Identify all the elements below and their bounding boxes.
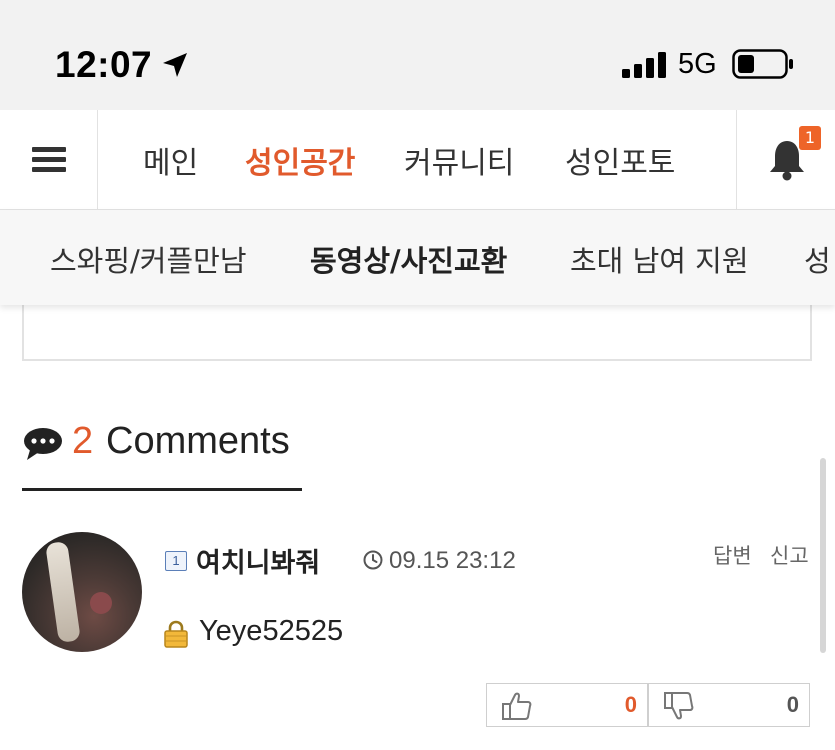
speech-bubble-icon bbox=[24, 428, 62, 460]
reply-button[interactable]: 답변 bbox=[713, 540, 752, 570]
member-level-icon: 1 bbox=[165, 551, 187, 571]
subnav-item-swapping[interactable]: 스와핑/커플만남 bbox=[50, 238, 247, 280]
notifications-button[interactable]: 1 bbox=[736, 110, 835, 210]
post-content-box bbox=[22, 300, 812, 361]
network-type: 5G bbox=[678, 48, 717, 80]
status-bar: 12:07 5G bbox=[0, 0, 835, 110]
nav-item-adult-space[interactable]: 성인공간 bbox=[245, 138, 355, 182]
comments-count: 2 bbox=[72, 420, 94, 462]
avatar[interactable] bbox=[22, 532, 142, 652]
subnav-item-video-photo[interactable]: 동영상/사진교환 bbox=[310, 238, 507, 280]
subnav-item-invite[interactable]: 초대 남여 지원 bbox=[570, 238, 749, 280]
upvote-count: 0 bbox=[624, 692, 637, 717]
downvote-count: 0 bbox=[786, 692, 799, 717]
thumbs-down-icon bbox=[664, 692, 694, 720]
subnav-item-partial[interactable]: 성 bbox=[804, 238, 831, 280]
scrollbar[interactable] bbox=[820, 458, 826, 653]
report-button[interactable]: 신고 bbox=[770, 540, 809, 570]
comments-title: Comments bbox=[106, 420, 290, 462]
nav-item-community[interactable]: 커뮤니티 bbox=[404, 138, 514, 182]
status-time: 12:07 bbox=[55, 44, 153, 85]
comment-author[interactable]: 여치니봐줘 bbox=[196, 541, 320, 580]
comment-timestamp: 09.15 23:12 bbox=[389, 547, 516, 574]
hamburger-icon bbox=[31, 147, 66, 173]
comment-text: Yeye52525 bbox=[199, 615, 344, 647]
thumbs-up-icon bbox=[502, 692, 532, 720]
lock-icon bbox=[164, 620, 188, 648]
comments-underline bbox=[22, 488, 302, 491]
nav-item-adult-photo[interactable]: 성인포토 bbox=[565, 138, 675, 182]
location-arrow-icon bbox=[163, 53, 187, 77]
battery-icon bbox=[732, 49, 793, 79]
clock-icon bbox=[363, 550, 383, 570]
sub-nav: 스와핑/커플만남 동영상/사진교환 초대 남여 지원 성 bbox=[0, 210, 835, 305]
upvote-button[interactable]: 0 bbox=[486, 683, 648, 727]
nav-item-main[interactable]: 메인 bbox=[143, 138, 198, 182]
notification-badge: 1 bbox=[799, 126, 821, 150]
downvote-button[interactable]: 0 bbox=[648, 683, 810, 727]
menu-button[interactable] bbox=[0, 110, 98, 210]
main-nav: 메인 성인공간 커뮤니티 성인포토 1 bbox=[0, 110, 835, 210]
signal-bars-icon bbox=[622, 52, 666, 78]
